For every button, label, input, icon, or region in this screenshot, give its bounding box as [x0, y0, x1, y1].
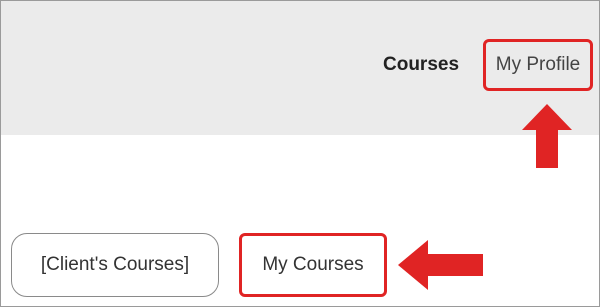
client-courses-button-label: [Client's Courses] [40, 254, 190, 275]
nav-link-my-profile-label: My Profile [495, 54, 581, 75]
nav-link-my-profile[interactable]: My Profile [483, 39, 593, 91]
my-courses-button-label: My Courses [262, 254, 364, 275]
nav-link-courses[interactable]: Courses [383, 53, 459, 77]
red-arrow-left-icon [398, 240, 483, 290]
red-arrow-up-icon [522, 104, 572, 168]
my-courses-button[interactable]: My Courses [239, 233, 387, 297]
client-courses-button[interactable]: [Client's Courses] [11, 233, 219, 297]
